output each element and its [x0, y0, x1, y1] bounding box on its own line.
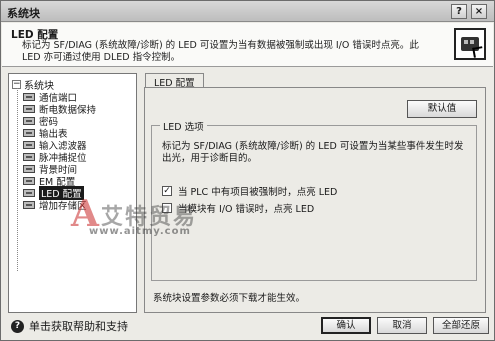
default-values-button[interactable]: 默认值 [407, 100, 477, 118]
tree-guide-line [17, 88, 18, 271]
help-link-text: 单击获取帮助和支持 [29, 320, 128, 333]
window-title: 系统块 [7, 7, 40, 20]
dialog-header: LED 配置 标记为 SF/DIAG (系统故障/诊断) 的 LED 可设置为当… [2, 23, 493, 67]
title-bar: 系统块 ? × [1, 1, 494, 22]
io-error-led-checkbox[interactable] [162, 203, 172, 213]
module-icon [23, 129, 35, 137]
tree-item-extra-memory[interactable]: 增加存储区 [23, 199, 87, 212]
header-description: 标记为 SF/DIAG (系统故障/诊断) 的 LED 可设置为当有数据被强制或… [22, 40, 419, 63]
restore-all-button[interactable]: 全部还原 [433, 317, 489, 334]
module-icon [23, 141, 35, 149]
module-icon [23, 153, 35, 161]
led-panel-icon [454, 28, 486, 60]
option-label: 当 PLC 中有项目被强制时，点亮 LED [178, 187, 338, 198]
tab-led-config[interactable]: LED 配置 [145, 73, 204, 89]
module-icon [23, 177, 35, 185]
cancel-button[interactable]: 取消 [377, 317, 427, 334]
ok-button[interactable]: 确认 [321, 317, 371, 334]
title-help-button[interactable]: ? [451, 4, 467, 19]
option-io-error-led[interactable]: 当模块有 I/O 错误时，点亮 LED [162, 201, 314, 215]
pointer-icon [472, 46, 484, 58]
tree-item-retentive[interactable]: 断电数据保持 [23, 103, 96, 116]
group-description: 标记为 SF/DIAG (系统故障/诊断) 的 LED 可设置为当某些事件发生时… [162, 141, 464, 164]
led-options-group: LED 选项 标记为 SF/DIAG (系统故障/诊断) 的 LED 可设置为当… [151, 119, 477, 281]
tab-strip: LED 配置 [145, 73, 485, 89]
module-icon [23, 117, 35, 125]
option-force-led[interactable]: ✓ 当 PLC 中有项目被强制时，点亮 LED [162, 184, 337, 198]
close-button[interactable]: × [471, 4, 487, 19]
help-link[interactable]: ? 单击获取帮助和支持 [11, 318, 128, 334]
module-icon [23, 189, 35, 197]
module-icon [23, 165, 35, 173]
led-config-panel: 默认值 LED 选项 标记为 SF/DIAG (系统故障/诊断) 的 LED 可… [144, 87, 486, 313]
download-note: 系统块设置参数必须下载才能生效。 [153, 293, 306, 304]
settings-tree: − 系统块 通信端口 断电数据保持 密码 输出表 输入滤波器 脉冲捕捉位 背景时… [8, 73, 137, 313]
tree-item-label: 增加存储区 [39, 201, 87, 212]
module-icon [23, 93, 35, 101]
option-label: 当模块有 I/O 错误时，点亮 LED [178, 204, 315, 215]
module-icon [23, 201, 35, 209]
module-icon [23, 105, 35, 113]
force-led-checkbox[interactable]: ✓ [162, 186, 172, 196]
system-block-dialog: 系统块 ? × LED 配置 标记为 SF/DIAG (系统故障/诊断) 的 L… [0, 0, 495, 341]
help-circle-icon: ? [11, 319, 24, 333]
group-title: LED 选项 [160, 119, 207, 133]
